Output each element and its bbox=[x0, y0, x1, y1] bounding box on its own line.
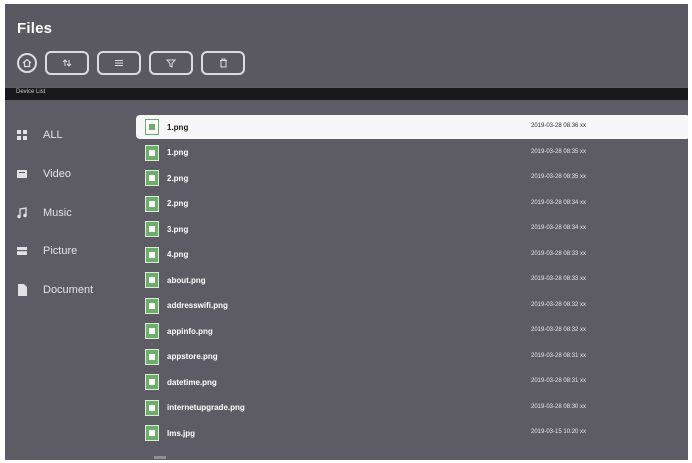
file-date: 2019-03-28 08:30 xx bbox=[531, 403, 587, 410]
list-item[interactable]: 2.png 2019-03-28 08:35 xx bbox=[136, 166, 688, 190]
image-file-icon bbox=[145, 272, 159, 288]
delete-button[interactable] bbox=[201, 51, 245, 75]
sidebar-item-video[interactable]: Video bbox=[15, 163, 125, 185]
image-file-icon bbox=[145, 119, 159, 135]
file-name: appinfo.png bbox=[167, 326, 213, 336]
sidebar-item-label: Picture bbox=[43, 245, 78, 257]
breadcrumb-label: Device List bbox=[16, 89, 46, 95]
file-name: 1.png bbox=[167, 122, 189, 132]
file-date: 2019-03-28 08:35 xx bbox=[531, 174, 587, 180]
image-file-icon bbox=[145, 144, 159, 161]
sidebar-item-label: Document bbox=[43, 284, 94, 296]
sidebar-item-picture[interactable]: Picture bbox=[15, 240, 125, 262]
sidebar-item-document[interactable]: Document bbox=[15, 279, 125, 301]
home-icon bbox=[22, 58, 32, 68]
sort-button[interactable] bbox=[45, 51, 89, 75]
video-icon bbox=[15, 167, 29, 181]
image-file-icon bbox=[145, 374, 159, 390]
view-button[interactable] bbox=[97, 51, 141, 75]
file-name: 1.png bbox=[167, 148, 189, 157]
file-date: 2019-03-28 08:31 xx bbox=[531, 352, 587, 359]
file-date: 2019-03-28 08:34 xx bbox=[531, 225, 587, 231]
file-name: 3.png bbox=[167, 224, 189, 234]
sort-icon bbox=[62, 59, 72, 67]
file-date: 2019-03-28 08:33 xx bbox=[531, 276, 587, 282]
list-item[interactable]: internetupgrade.png 2019-03-28 08:30 xx bbox=[136, 396, 688, 420]
file-date: 2019-03-28 08:34 xx bbox=[531, 199, 587, 206]
file-date: 2019-03-28 08:32 xx bbox=[531, 301, 587, 308]
list-item[interactable]: datetime.png 2019-03-28 08:31 xx bbox=[136, 370, 688, 394]
file-name: lms.jpg bbox=[167, 428, 196, 438]
file-date: 2019-03-28 08:32 xx bbox=[531, 327, 587, 333]
list-item[interactable]: 1.png 2019-03-28 08:36 xx bbox=[136, 115, 688, 139]
sidebar-item-label: Music bbox=[43, 207, 72, 219]
picture-icon bbox=[15, 244, 29, 258]
image-file-icon bbox=[145, 399, 159, 416]
trash-icon bbox=[219, 58, 227, 68]
list-item[interactable]: 2.png 2019-03-28 08:34 xx bbox=[136, 192, 688, 216]
filter-icon bbox=[166, 59, 176, 68]
list-item[interactable]: 3.png 2019-03-28 08:34 xx bbox=[136, 217, 688, 241]
file-name: addresswifi.png bbox=[167, 301, 228, 310]
image-file-icon bbox=[145, 195, 159, 212]
file-name: appstore.png bbox=[167, 352, 218, 361]
file-date: 2019-03-28 08:36 xx bbox=[531, 123, 587, 129]
sidebar-item-all[interactable]: ALL bbox=[15, 124, 125, 146]
header: Files bbox=[5, 4, 688, 86]
list-item[interactable]: appstore.png 2019-03-28 08:31 xx bbox=[136, 345, 688, 369]
list-item[interactable]: lms.jpg 2019-03-15 10:20 xx bbox=[136, 421, 688, 445]
sidebar-item-label: ALL bbox=[43, 129, 63, 141]
file-name: 2.png bbox=[167, 173, 189, 183]
file-name: 4.png bbox=[167, 250, 189, 259]
grid-icon bbox=[15, 128, 29, 142]
list-item[interactable]: about.png 2019-03-28 08:33 xx bbox=[136, 268, 688, 292]
file-list: 1.png 2019-03-28 08:36 xx 1.png 2019-03-… bbox=[136, 115, 688, 460]
sidebar-item-music[interactable]: Music bbox=[15, 202, 125, 224]
list-item[interactable]: addresswifi.png 2019-03-28 08:32 xx bbox=[136, 294, 688, 318]
music-icon bbox=[15, 206, 29, 220]
file-name: internetupgrade.png bbox=[167, 403, 245, 412]
home-button[interactable] bbox=[17, 53, 37, 73]
image-file-icon bbox=[145, 170, 159, 186]
file-name: datetime.png bbox=[167, 377, 217, 387]
image-file-icon bbox=[145, 246, 159, 263]
breadcrumb: Device List bbox=[5, 88, 688, 100]
image-file-icon bbox=[145, 297, 159, 314]
file-name: about.png bbox=[167, 275, 206, 285]
list-item[interactable]: appinfo.png 2019-03-28 08:32 xx bbox=[136, 319, 688, 343]
document-icon bbox=[15, 283, 29, 297]
file-date: 2019-03-28 08:35 xx bbox=[531, 148, 587, 155]
file-date: 2019-03-28 08:31 xx bbox=[531, 378, 587, 384]
file-date: 2019-03-28 08:33 xx bbox=[531, 250, 587, 257]
file-manager-window: Files Device List ALL Video Music Pictur… bbox=[5, 4, 688, 460]
list-view-icon bbox=[115, 59, 123, 67]
list-item[interactable]: 4.png 2019-03-28 08:33 xx bbox=[136, 243, 688, 267]
file-date: 2019-03-15 10:20 xx bbox=[531, 429, 587, 435]
list-item[interactable]: 1.png 2019-03-28 08:35 xx bbox=[136, 141, 688, 165]
image-file-icon bbox=[145, 323, 159, 339]
sidebar: ALL Video Music Picture Document bbox=[5, 104, 133, 460]
next-item-peek bbox=[154, 456, 166, 459]
sidebar-item-label: Video bbox=[43, 168, 71, 180]
image-file-icon bbox=[145, 425, 159, 441]
filter-button[interactable] bbox=[149, 51, 193, 75]
page-title: Files bbox=[17, 20, 53, 37]
image-file-icon bbox=[145, 221, 159, 237]
image-file-icon bbox=[145, 348, 159, 365]
file-name: 2.png bbox=[167, 199, 189, 208]
